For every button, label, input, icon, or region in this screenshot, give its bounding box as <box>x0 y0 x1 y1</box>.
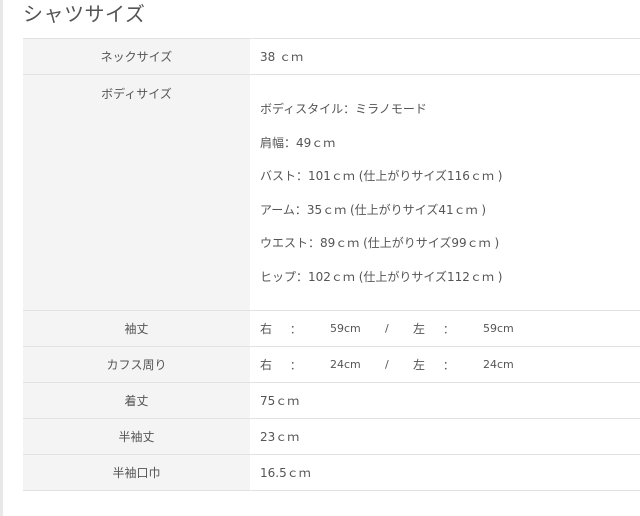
table-row-half-sleeve-width: 半袖口巾 16.5ｃｍ <box>23 454 640 491</box>
left-label: 左 <box>413 358 426 372</box>
table-row-cuff: カフス周り 右 ： 24cm / 左 ： 24cm <box>23 346 640 383</box>
shoulder-line: 肩幅：49ｃｍ <box>260 135 336 150</box>
colon: ： <box>290 322 301 336</box>
bust-line: バスト：101ｃｍ (仕上がりサイズ116ｃｍ ) <box>260 169 503 183</box>
left-right-values: 右 ： 59cm / 左 ： 59cm <box>260 320 640 337</box>
row-label: カフス周り <box>23 346 250 383</box>
right-value: 24cm <box>330 358 361 371</box>
table-row-half-sleeve: 半袖丈 23ｃｍ <box>23 418 640 455</box>
row-value: 75ｃｍ <box>250 382 640 419</box>
left-value: 59cm <box>483 322 514 335</box>
table-row-length: 着丈 75ｃｍ <box>23 382 640 419</box>
colon: ： <box>443 358 454 372</box>
row-value: 右 ： 24cm / 左 ： 24cm <box>250 346 640 383</box>
table-row-sleeve: 袖丈 右 ： 59cm / 左 ： 59cm <box>23 310 640 347</box>
row-label: 半袖口巾 <box>23 454 250 491</box>
body-size-list: ボディスタイル：ミラノモード 肩幅：49ｃｍ バスト：101ｃｍ (仕上がりサイ… <box>250 74 640 311</box>
hip-line: ヒップ：102ｃｍ (仕上がりサイズ112ｃｍ ) <box>260 269 503 284</box>
row-value: 右 ： 59cm / 左 ： 59cm <box>250 310 640 347</box>
table-row-neck: ネックサイズ 38 ｃｍ <box>23 38 640 75</box>
separator: / <box>385 358 389 371</box>
size-spec-table: ネックサイズ 38 ｃｍ ボディサイズ ボディスタイル：ミラノモード 肩幅：49… <box>23 38 640 491</box>
right-label: 右 <box>260 322 273 336</box>
right-value: 59cm <box>330 322 361 335</box>
waist-line: ウエスト：89ｃｍ (仕上がりサイズ99ｃｍ ) <box>260 236 500 250</box>
left-right-values: 右 ： 24cm / 左 ： 24cm <box>260 356 640 373</box>
row-label: 半袖丈 <box>23 418 250 455</box>
page: シャツサイズ ネックサイズ 38 ｃｍ ボディサイズ ボディスタイル：ミラノモー… <box>0 0 640 516</box>
row-value: 23ｃｍ <box>250 418 640 455</box>
arm-line: アーム：35ｃｍ (仕上がりサイズ41ｃｍ ) <box>260 202 487 217</box>
left-label: 左 <box>413 322 426 336</box>
row-label: ネックサイズ <box>23 38 250 75</box>
page-title: シャツサイズ <box>23 2 146 26</box>
row-label: 着丈 <box>23 382 250 419</box>
row-label: ボディサイズ <box>23 74 250 311</box>
row-value: 38 ｃｍ <box>250 38 640 75</box>
separator: / <box>385 322 389 335</box>
left-divider <box>0 0 3 516</box>
table-row-body: ボディサイズ ボディスタイル：ミラノモード 肩幅：49ｃｍ バスト：101ｃｍ … <box>23 74 640 311</box>
row-label: 袖丈 <box>23 310 250 347</box>
left-value: 24cm <box>483 358 514 371</box>
body-style-line: ボディスタイル：ミラノモード <box>260 102 427 116</box>
right-label: 右 <box>260 358 273 372</box>
row-value: 16.5ｃｍ <box>250 454 640 491</box>
colon: ： <box>443 322 454 336</box>
colon: ： <box>290 358 301 372</box>
